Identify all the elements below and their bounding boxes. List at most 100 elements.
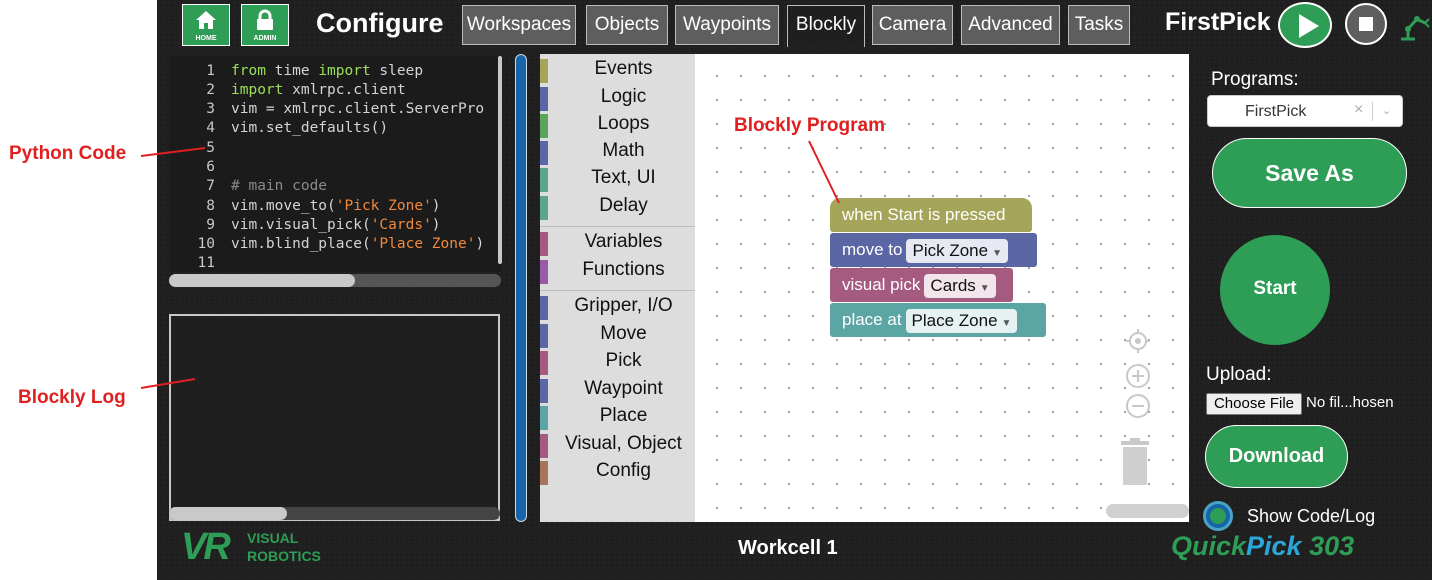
python-code-editor[interactable]: 1 from time import sleep 2 import xmlrpc… (169, 56, 501, 272)
logo-vr: VR (181, 526, 231, 568)
category-color-bar (540, 87, 548, 111)
show-code-log-label: Show Code/Log (1247, 506, 1376, 526)
code-line: # main code (231, 178, 328, 194)
code-line: import xmlrpc.client (231, 82, 406, 98)
tab-tasks[interactable]: Tasks (1068, 5, 1130, 45)
workcell-label: Workcell 1 (738, 537, 838, 559)
toolbox-separator (540, 290, 695, 291)
place-block[interactable]: place at Place Zone ▼ (830, 303, 1046, 337)
tab-waypoints[interactable]: Waypoints (675, 5, 779, 45)
code-line: vim.set_defaults() (231, 120, 389, 136)
category-color-bar (540, 168, 548, 192)
code-line: vim.visual_pick('Cards') (231, 217, 441, 233)
toolbox-category[interactable]: Math (540, 140, 695, 165)
line-number: 6 (206, 159, 215, 175)
toolbox-category[interactable]: Loops (540, 113, 695, 138)
code-horizontal-scrollbar[interactable] (169, 274, 501, 287)
category-color-bar (540, 406, 548, 430)
program-name: FirstPick (1165, 8, 1271, 36)
choose-file-button[interactable]: Choose File (1206, 393, 1302, 415)
toolbox-category[interactable]: Text, UI (540, 167, 695, 192)
code-vertical-scrollbar[interactable] (498, 56, 502, 264)
lock-icon (257, 9, 273, 30)
trash-icon[interactable] (1115, 437, 1155, 489)
toolbox-category[interactable]: Delay (540, 195, 695, 220)
visual-robotics-logo: VR VISUAL ROBOTICS (181, 526, 321, 570)
programs-label: Programs: (1211, 69, 1299, 90)
code-line: vim.move_to('Pick Zone') (231, 198, 441, 214)
upload-label: Upload: (1206, 364, 1272, 385)
toggle-indicator (1210, 508, 1226, 524)
program-select[interactable]: FirstPick × ⌄ (1207, 95, 1403, 127)
logo-quick: Quick (1171, 531, 1247, 561)
move-block[interactable]: move to Pick Zone ▼ (830, 233, 1037, 267)
category-color-bar (540, 232, 548, 256)
tab-advanced[interactable]: Advanced (961, 5, 1060, 45)
save-as-button[interactable]: Save As (1212, 138, 1407, 208)
start-button[interactable]: Start (1220, 235, 1330, 345)
tab-objects[interactable]: Objects (586, 5, 668, 45)
zoom-out-icon[interactable] (1125, 393, 1151, 419)
category-color-bar (540, 324, 548, 348)
tab-workspaces[interactable]: Workspaces (462, 5, 576, 45)
toolbox-separator (540, 226, 695, 227)
cards-dropdown[interactable]: Cards ▼ (924, 273, 996, 298)
toolbox-category[interactable]: Logic (540, 86, 695, 111)
place-zone-dropdown[interactable]: Place Zone ▼ (905, 308, 1018, 333)
stop-button[interactable] (1345, 3, 1387, 45)
blockly-toolbox: Events Logic Loops Math Text, UI Delay V… (540, 54, 695, 522)
category-color-bar (540, 461, 548, 485)
code-line: vim.blind_place('Place Zone') (231, 236, 485, 252)
show-code-log-toggle[interactable] (1203, 501, 1233, 531)
tab-camera[interactable]: Camera (872, 5, 953, 45)
category-color-bar (540, 296, 548, 320)
toolbox-category[interactable]: Pick (540, 350, 695, 375)
pick-zone-dropdown[interactable]: Pick Zone ▼ (906, 238, 1008, 263)
admin-label: ADMIN (253, 35, 277, 42)
toolbox-category[interactable]: Config (540, 460, 695, 485)
category-color-bar (540, 434, 548, 458)
line-number: 5 (206, 140, 215, 156)
toolbox-category[interactable]: Move (540, 323, 695, 348)
event-block[interactable]: when Start is pressed (830, 198, 1032, 232)
download-button[interactable]: Download (1205, 425, 1348, 488)
toolbox-category[interactable]: Visual, Object (540, 433, 695, 458)
code-scroll-thumb[interactable] (169, 274, 355, 287)
toolbox-category[interactable]: Gripper, I/O (540, 295, 695, 320)
clear-icon[interactable]: × (1354, 101, 1363, 119)
annotation-blockly-program: Blockly Program (734, 115, 885, 136)
log-scroll-thumb[interactable] (169, 507, 287, 520)
select-divider (1372, 102, 1373, 121)
code-line: vim = xmlrpc.client.ServerPro (231, 101, 485, 117)
visual-pick-block[interactable]: visual pick Cards ▼ (830, 268, 1013, 302)
toolbox-category[interactable]: Variables (540, 231, 695, 256)
category-color-bar (540, 351, 548, 375)
toolbox-category[interactable]: Functions (540, 259, 695, 284)
robot-arm-icon[interactable] (1397, 5, 1431, 43)
toolbox-category[interactable]: Waypoint (540, 378, 695, 403)
home-label: HOME (195, 35, 217, 42)
logo-visual: VISUAL (247, 530, 299, 546)
category-color-bar (540, 59, 548, 83)
tab-blockly[interactable]: Blockly (787, 5, 865, 47)
line-number: 2 (206, 82, 215, 98)
line-number: 1 (206, 63, 215, 79)
play-button[interactable] (1278, 2, 1332, 48)
home-button[interactable]: HOME (182, 4, 230, 46)
category-color-bar (540, 141, 548, 165)
blockly-workspace[interactable]: Blockly Program when Start is pressed mo… (695, 54, 1189, 522)
recenter-icon[interactable] (1125, 328, 1151, 354)
toolbox-category[interactable]: Events (540, 58, 695, 83)
chevron-down-icon[interactable]: ⌄ (1382, 104, 1391, 117)
zoom-in-icon[interactable] (1125, 363, 1151, 389)
blockly-log-panel[interactable] (169, 314, 500, 521)
program-select-value: FirstPick (1245, 103, 1307, 120)
admin-button[interactable]: ADMIN (241, 4, 289, 46)
category-color-bar (540, 260, 548, 284)
log-horizontal-scrollbar[interactable] (169, 507, 500, 520)
toolbox-category[interactable]: Place (540, 405, 695, 430)
logo-number: 303 (1301, 531, 1355, 561)
code-line: from time import sleep (231, 63, 424, 79)
workspace-horizontal-scrollbar[interactable] (1106, 504, 1189, 518)
toolbox-scrollbar[interactable] (515, 54, 527, 522)
